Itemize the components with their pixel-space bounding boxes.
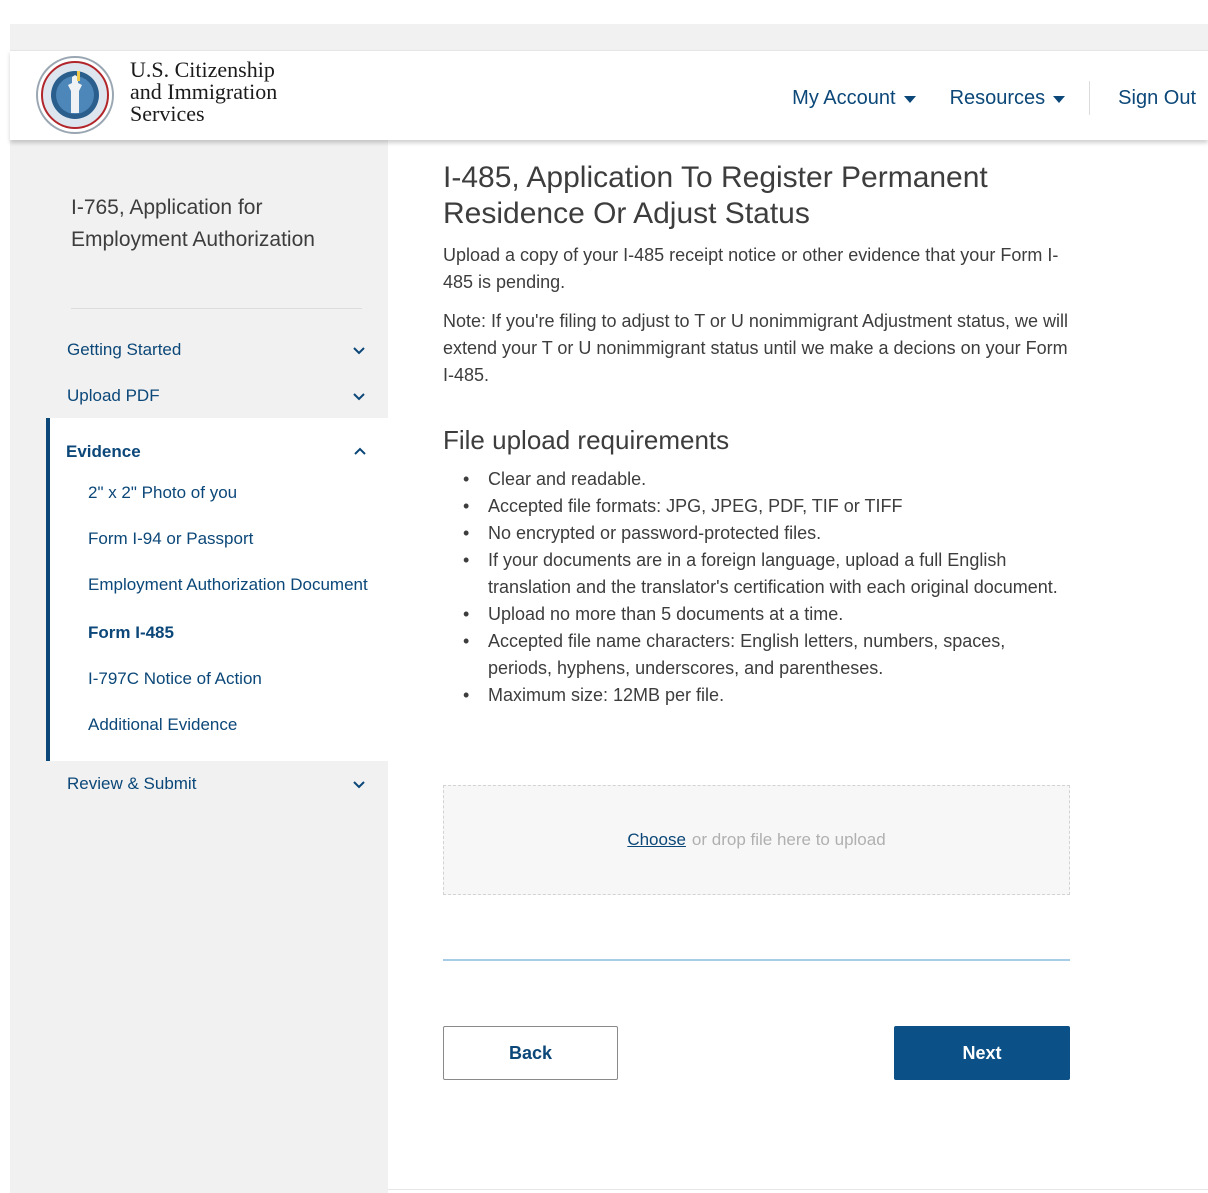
sidebar-subitem-ead[interactable]: Employment Authorization Document	[88, 575, 368, 595]
agency-line-1: U.S. Citizenship	[130, 57, 275, 82]
sidebar-item-label: Getting Started	[67, 340, 182, 359]
list-item: No encrypted or password-protected files…	[443, 520, 1073, 547]
content-divider	[443, 959, 1070, 961]
page-title: I-485, Application To Register Permanent…	[443, 161, 988, 230]
agency-name[interactable]: U.S. Citizenship and Immigration Service…	[130, 59, 277, 125]
site-header: U.S. Citizenship and Immigration Service…	[10, 50, 1208, 140]
top-nav: My Account Resources Sign Out	[792, 81, 1196, 115]
requirements-heading: File upload requirements	[443, 425, 730, 455]
list-item: If your documents are in a foreign langu…	[443, 547, 1073, 601]
list-item: Upload no more than 5 documents at a tim…	[443, 601, 1073, 628]
chevron-down-icon	[353, 781, 365, 789]
sidebar-item-label: Review & Submit	[67, 774, 197, 793]
sidebar-item-evidence[interactable]: Evidence	[66, 442, 368, 462]
sidebar-item-label: Evidence	[66, 442, 141, 461]
sidebar: I-765, Application for Employment Author…	[10, 140, 388, 1193]
top-strip	[0, 0, 1208, 24]
choose-file-link[interactable]: Choose	[627, 830, 686, 850]
sidebar-item-getting-started[interactable]: Getting Started	[67, 340, 367, 360]
list-item: Accepted file formats: JPG, JPEG, PDF, T…	[443, 493, 1073, 520]
file-dropzone[interactable]: Choose or drop file here to upload	[443, 785, 1070, 895]
sidebar-subitem-i94-passport[interactable]: Form I-94 or Passport	[88, 529, 253, 549]
resources-label: Resources	[949, 86, 1046, 109]
header-band	[10, 24, 1208, 50]
caret-down-icon	[903, 95, 916, 103]
sidebar-item-upload-pdf[interactable]: Upload PDF	[67, 386, 367, 406]
list-item: Clear and readable.	[443, 466, 1073, 493]
sidebar-divider	[71, 308, 362, 309]
my-account-menu[interactable]: My Account	[792, 86, 916, 110]
chevron-down-icon	[353, 393, 365, 401]
next-button[interactable]: Next	[894, 1026, 1070, 1080]
resources-menu[interactable]: Resources	[950, 87, 1066, 110]
sidebar-item-review-submit[interactable]: Review & Submit	[67, 774, 367, 794]
evidence-section: Evidence 2" x 2" Photo of you Form I-94 …	[46, 418, 388, 761]
agency-line-3: Services	[130, 101, 205, 126]
footer-divider	[388, 1189, 1208, 1190]
page-note: Note: If you're filing to adjust to T or…	[443, 311, 1069, 385]
my-account-label: My Account	[792, 86, 896, 109]
sidebar-item-label: Upload PDF	[67, 386, 160, 405]
main-content: I-485, Application To Register Permanent…	[443, 160, 1073, 709]
sidebar-subitem-photo[interactable]: 2" x 2" Photo of you	[88, 483, 237, 503]
back-button[interactable]: Back	[443, 1026, 618, 1080]
sign-out-link[interactable]: Sign Out	[1118, 87, 1196, 110]
list-item: Accepted file name characters: English l…	[443, 628, 1073, 682]
chevron-up-icon	[354, 447, 366, 455]
page-description: Upload a copy of your I-485 receipt noti…	[443, 245, 1059, 292]
dropzone-hint: or drop file here to upload	[691, 830, 886, 849]
chevron-down-icon	[353, 347, 365, 355]
sidebar-subitem-i485[interactable]: Form I-485	[88, 623, 174, 643]
agency-line-2: and Immigration	[130, 79, 278, 104]
sidebar-subitem-additional-evidence[interactable]: Additional Evidence	[88, 715, 237, 735]
uscis-seal-icon[interactable]	[35, 55, 115, 135]
sidebar-form-title: I-765, Application for Employment Author…	[71, 196, 315, 251]
requirements-list: Clear and readable. Accepted file format…	[443, 466, 1073, 709]
nav-divider	[1089, 81, 1091, 115]
sidebar-subitem-i797c[interactable]: I-797C Notice of Action	[88, 669, 262, 689]
caret-down-icon	[1053, 95, 1066, 103]
list-item: Maximum size: 12MB per file.	[443, 682, 1073, 709]
